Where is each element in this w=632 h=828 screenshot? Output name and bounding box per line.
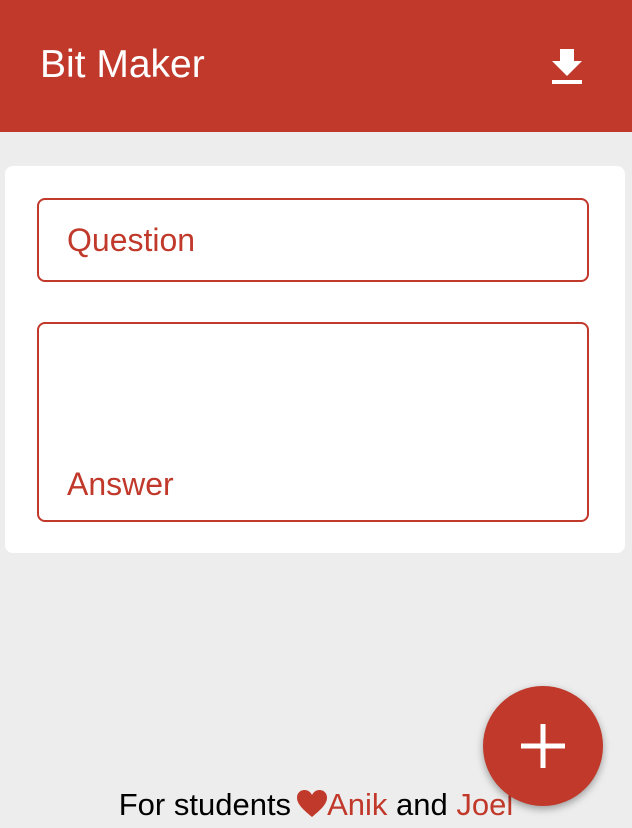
footer-conjunction: and — [396, 787, 448, 822]
author-link-anik[interactable]: Anik — [327, 787, 387, 822]
app-title: Bit Maker — [40, 43, 205, 86]
download-button[interactable] — [543, 42, 591, 90]
add-card-button[interactable] — [483, 686, 603, 806]
app-root: Bit Maker Question Answer For students An… — [0, 0, 632, 828]
flashcard-form: Question Answer — [5, 166, 625, 553]
footer-prefix: For students — [118, 787, 292, 822]
plus-icon — [521, 724, 565, 768]
question-field[interactable]: Question — [37, 198, 589, 282]
download-icon — [552, 49, 582, 84]
app-header: Bit Maker — [0, 0, 632, 132]
answer-field[interactable]: Answer — [37, 322, 589, 522]
question-placeholder: Question — [67, 222, 196, 258]
answer-placeholder: Answer — [67, 466, 174, 502]
heart-icon — [297, 789, 328, 827]
